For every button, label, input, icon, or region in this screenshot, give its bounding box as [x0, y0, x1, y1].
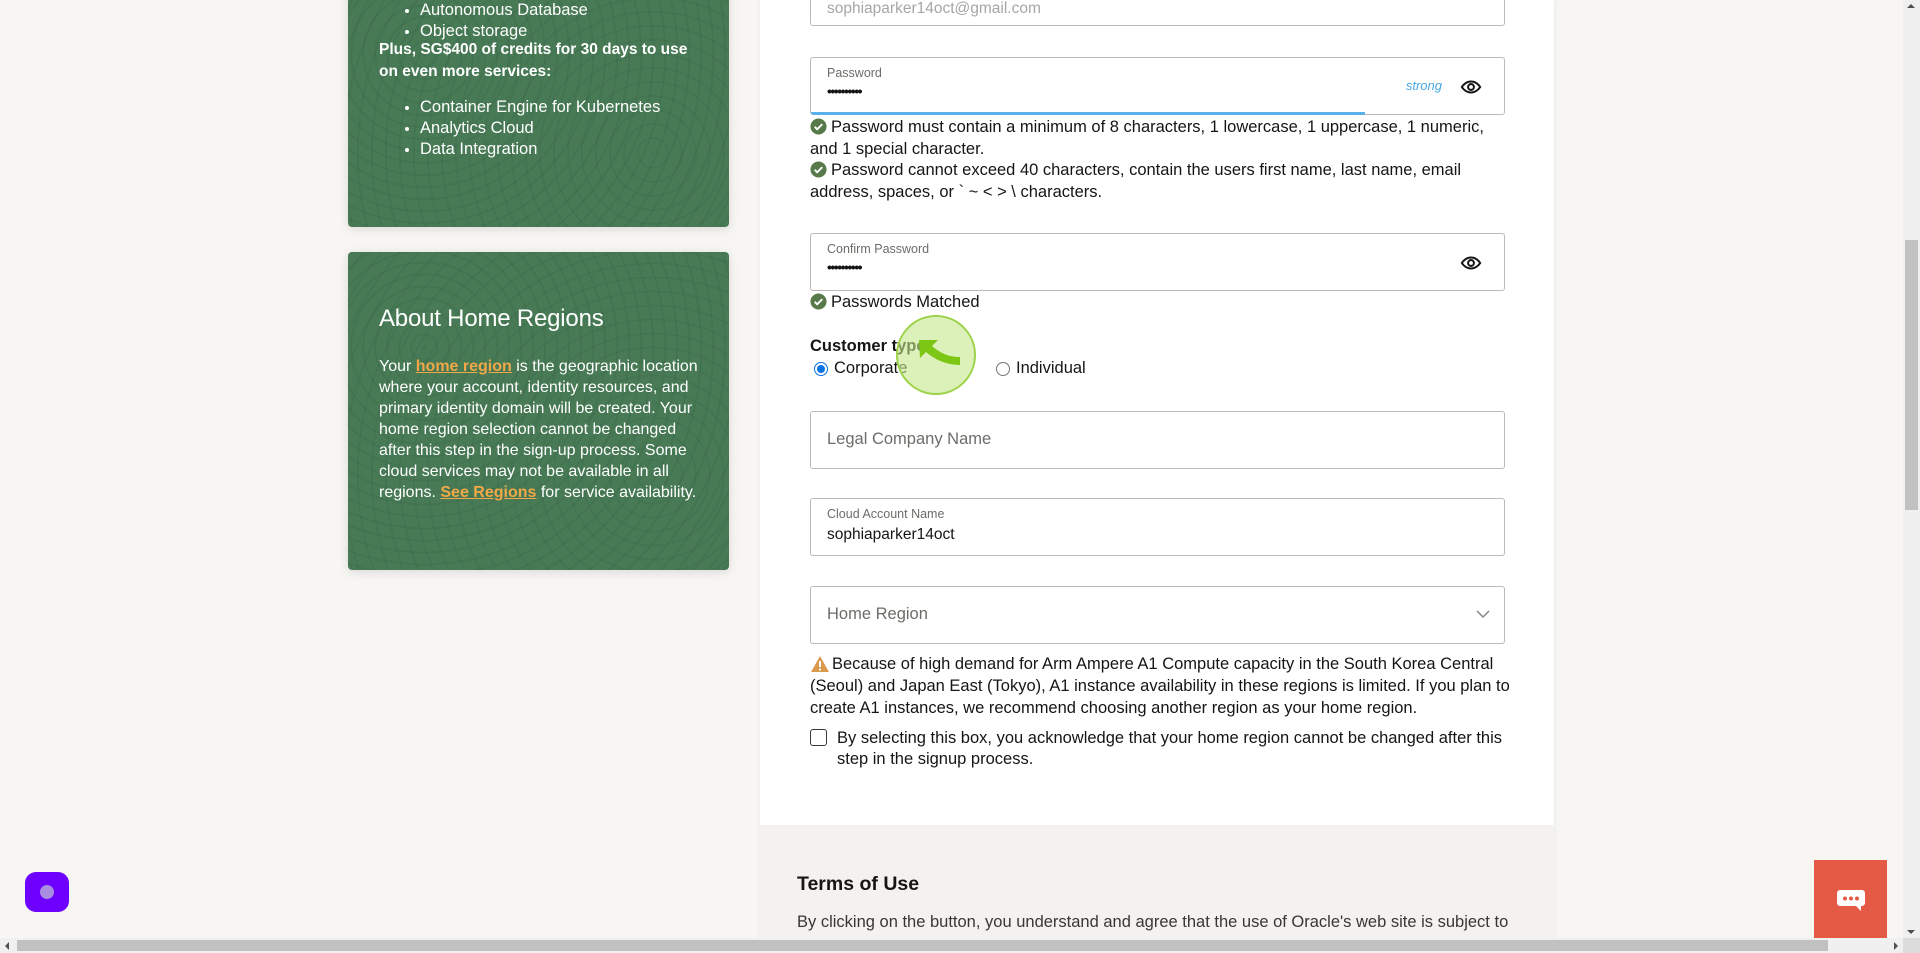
match-text: Passwords Matched [831, 293, 980, 311]
dot-icon [40, 885, 54, 899]
terms-title: Terms of Use [797, 873, 919, 896]
confirm-password-label: Confirm Password [827, 242, 929, 256]
card-body: Your home region is the geographic locat… [379, 356, 701, 503]
passwords-matched-message: Passwords Matched [810, 291, 1510, 313]
scrollbar-corner [1903, 938, 1920, 953]
acknowledge-checkbox[interactable] [810, 729, 827, 746]
credits-text: Plus, SG$400 of credits for 30 days to u… [379, 39, 709, 83]
password-value: •••••••••• [827, 83, 861, 99]
chat-button[interactable] [1814, 860, 1887, 938]
customer-type-label: Customer type [810, 337, 926, 356]
card-title: About Home Regions [379, 305, 604, 333]
list-item: Data Integration [420, 139, 697, 160]
always-free-services-list: Autonomous Database Object storage [380, 0, 697, 42]
warning-triangle-icon [810, 655, 830, 673]
scroll-down-arrow-icon[interactable] [1907, 930, 1915, 934]
legal-company-name-input[interactable]: Legal Company Name [810, 411, 1505, 469]
assistant-launcher-button[interactable] [25, 872, 69, 912]
cloud-account-name-label: Cloud Account Name [827, 507, 944, 521]
show-confirm-password-eye-icon[interactable] [1460, 252, 1482, 274]
legal-company-name-placeholder: Legal Company Name [827, 430, 991, 449]
chevron-down-icon [1476, 609, 1490, 619]
warning-text: Because of high demand for Arm Ampere A1… [810, 655, 1510, 717]
check-circle-icon [810, 293, 827, 310]
radio-button[interactable] [996, 362, 1010, 376]
password-rule-1: Password must contain a minimum of 8 cha… [810, 116, 1510, 160]
credit-services-list: Container Engine for Kubernetes Analytic… [380, 97, 697, 160]
about-home-regions-card: About Home Regions Your home region is t… [348, 252, 729, 570]
password-rule-2: Password cannot exceed 40 characters, co… [810, 159, 1510, 203]
body-text: is the geographic location where your ac… [379, 358, 698, 501]
home-region-placeholder: Home Region [827, 605, 928, 624]
password-strength: strong [1406, 78, 1442, 93]
show-password-eye-icon[interactable] [1460, 76, 1482, 98]
body-text: Your [379, 358, 416, 375]
home-region-acknowledge[interactable]: By selecting this box, you acknowledge t… [810, 728, 1510, 770]
list-item: Container Engine for Kubernetes [420, 97, 697, 118]
scroll-left-arrow-icon[interactable] [5, 942, 9, 950]
password-label: Password [827, 66, 882, 80]
chat-bubble-icon [1836, 889, 1866, 911]
customer-type-individual-radio[interactable]: Individual [996, 359, 1086, 378]
cloud-account-name-value: sophiaparker14oct [827, 526, 955, 544]
region-capacity-warning: Because of high demand for Arm Ampere A1… [810, 653, 1510, 719]
rule-text: Password cannot exceed 40 characters, co… [810, 161, 1461, 201]
page-viewport: Autonomous Database Object storage Plus,… [0, 0, 1903, 938]
list-item: Autonomous Database [420, 0, 697, 21]
home-region-link[interactable]: home region [416, 358, 512, 375]
free-tier-offers-card: Autonomous Database Object storage Plus,… [348, 0, 729, 227]
vertical-scroll-thumb[interactable] [1905, 240, 1918, 510]
vertical-scrollbar[interactable] [1903, 0, 1920, 938]
customer-type-corporate-radio[interactable]: Corporate [814, 359, 907, 378]
horizontal-scroll-thumb[interactable] [17, 940, 1828, 951]
horizontal-scrollbar[interactable] [0, 938, 1903, 953]
acknowledge-label: By selecting this box, you acknowledge t… [837, 728, 1510, 770]
home-region-select[interactable]: Home Region [810, 586, 1505, 644]
password-field[interactable]: Password •••••••••• strong [810, 57, 1505, 115]
check-circle-icon [810, 161, 827, 178]
radio-button[interactable] [814, 362, 828, 376]
radio-label: Corporate [834, 359, 907, 378]
email-value: sophiaparker14oct@gmail.com [827, 0, 1041, 18]
cloud-account-name-input[interactable]: Cloud Account Name sophiaparker14oct [810, 498, 1505, 556]
email-field[interactable]: sophiaparker14oct@gmail.com [810, 0, 1505, 26]
rule-text: Password must contain a minimum of 8 cha… [810, 118, 1484, 158]
see-regions-link[interactable]: See Regions [440, 484, 536, 501]
password-strength-bar [811, 112, 1365, 115]
radio-label: Individual [1016, 359, 1086, 378]
scroll-up-arrow-icon[interactable] [1907, 4, 1915, 8]
scroll-right-arrow-icon[interactable] [1894, 942, 1898, 950]
confirm-password-field[interactable]: Confirm Password •••••••••• [810, 233, 1505, 291]
terms-of-use-section: Terms of Use By clicking on the button, … [760, 825, 1554, 938]
confirm-password-value: •••••••••• [827, 259, 861, 275]
check-circle-icon [810, 118, 827, 135]
terms-body: By clicking on the button, you understan… [797, 913, 1508, 932]
body-text: for service availability. [536, 484, 696, 501]
list-item: Analytics Cloud [420, 118, 697, 139]
